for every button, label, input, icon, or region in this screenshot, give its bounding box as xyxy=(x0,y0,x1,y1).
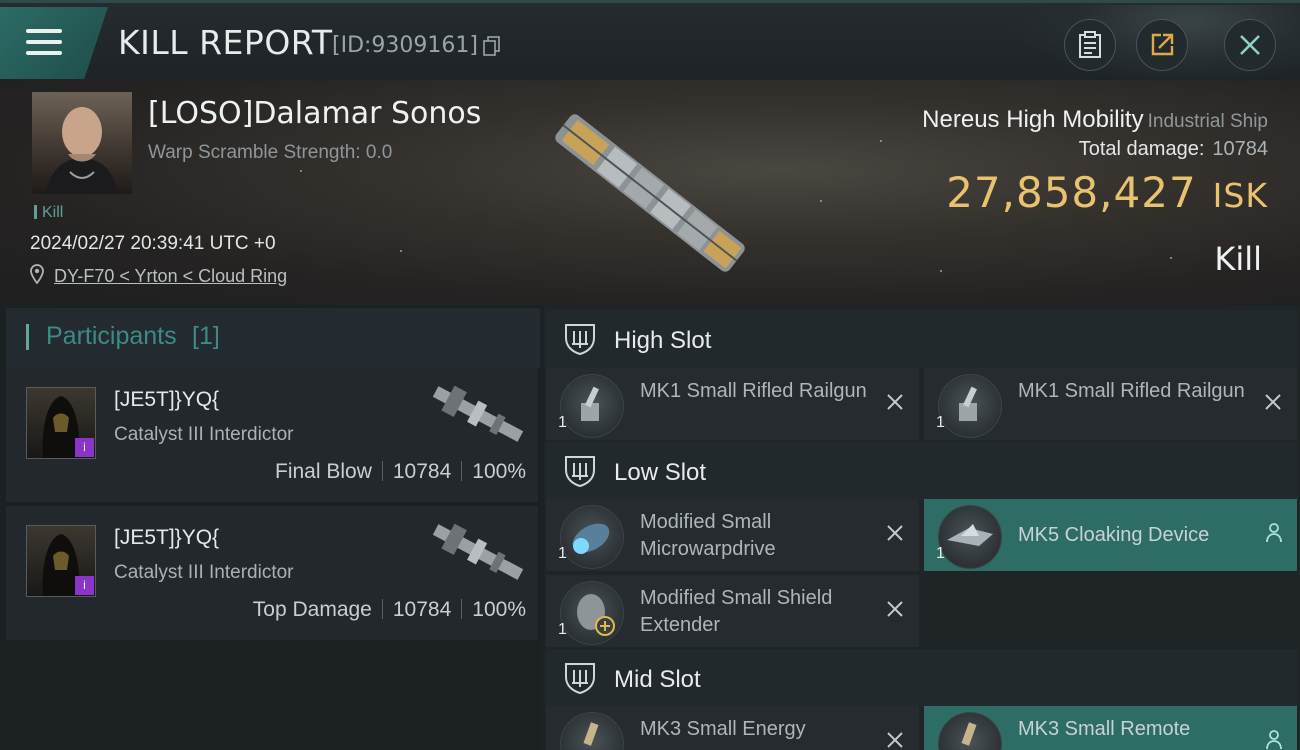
participants-header[interactable]: Participants [1] xyxy=(6,308,540,368)
report-id: [ID:9309161] xyxy=(332,33,478,58)
module-qty: 1 xyxy=(558,414,567,431)
close-icon xyxy=(1240,35,1260,55)
module-qty: 1 xyxy=(936,545,945,562)
railgun-icon xyxy=(938,374,1002,438)
participant-name: [JE5T]}YQ{ xyxy=(114,388,220,411)
share-icon xyxy=(1151,33,1174,56)
low-slot-header: Low Slot xyxy=(546,442,1298,500)
share-button[interactable] xyxy=(1136,19,1188,71)
destroyed-icon xyxy=(887,394,903,410)
participant-role: Top Damage xyxy=(252,598,372,621)
victim-portrait xyxy=(32,92,132,194)
page-title: KILL REPORT xyxy=(118,23,333,62)
slot-icon xyxy=(565,663,595,695)
module-item[interactable]: 1 Modified Small Shield Extender xyxy=(546,575,919,647)
warp-scramble-strength: Warp Scramble Strength: 0.0 xyxy=(148,142,393,163)
participant-damage: 10784 xyxy=(392,460,452,483)
module-name: MK5 Cloaking Device xyxy=(1018,524,1210,546)
victim-summary: [LOSO]Dalamar Sonos Warp Scramble Streng… xyxy=(0,80,1300,305)
top-bar: KILL REPORT [ID:9309161] xyxy=(0,0,1300,85)
participants-count: [1] xyxy=(192,322,220,350)
module-item[interactable]: 1 Modified Small Microwarpdrive xyxy=(546,499,919,571)
result-label: Kill xyxy=(1214,240,1262,278)
clipboard-button[interactable] xyxy=(1064,19,1116,71)
module-name: MK3 Small Energy xyxy=(640,718,806,740)
participant-ship: Catalyst III Interdictor xyxy=(114,424,294,445)
participant-name: [JE5T]}YQ{ xyxy=(114,526,220,549)
participant-stats: Final Blow 10784 100% xyxy=(275,460,526,484)
destroyed-icon xyxy=(887,732,903,748)
mid-slot-header: Mid Slot xyxy=(546,649,1298,707)
participant-damage: 10784 xyxy=(392,598,452,621)
module-name: Modified Small Microwarpdrive xyxy=(640,511,776,560)
module-name: Modified Small Shield Extender xyxy=(640,587,833,636)
module-item-highlighted[interactable]: 1 MK5 Cloaking Device xyxy=(924,499,1297,571)
person-icon xyxy=(1266,523,1282,543)
module-qty: 1 xyxy=(558,545,567,562)
participant-role: Final Blow xyxy=(275,460,372,483)
total-damage-value: 10784 xyxy=(1212,138,1268,160)
high-slot-label: High Slot xyxy=(614,327,712,354)
menu-button[interactable] xyxy=(0,7,108,79)
module-qty: 1 xyxy=(558,621,567,638)
participant-percent: 100% xyxy=(472,598,526,621)
isk-value: 27,858,427 ISK xyxy=(946,168,1268,217)
close-button[interactable] xyxy=(1224,19,1276,71)
cloaking-device-icon xyxy=(938,505,1002,569)
isk-amount: 27,858,427 xyxy=(946,168,1197,217)
shield-extender-icon xyxy=(560,581,624,645)
participants-label: Participants xyxy=(46,322,177,350)
victim-ship-name: Nereus High Mobility xyxy=(922,106,1144,133)
victim-ship-image xyxy=(555,114,745,272)
module-name: MK1 Small Rifled Railgun xyxy=(640,380,867,402)
participant-card[interactable]: i [JE5T]}YQ{ Catalyst III Interdictor Fi… xyxy=(6,368,538,502)
participant-badge: i xyxy=(75,438,94,457)
fitting-panel: High Slot 1 MK1 Small Rifled Railgun 1 M… xyxy=(544,306,1300,750)
copy-icon[interactable] xyxy=(483,36,501,56)
module-name: MK3 Small Remote xyxy=(1018,718,1191,740)
participant-ship-image xyxy=(432,385,524,442)
microwarpdrive-icon xyxy=(560,505,624,569)
destroyed-icon xyxy=(1265,394,1281,410)
railgun-icon xyxy=(560,374,624,438)
clipboard-icon xyxy=(1079,31,1101,58)
low-slot-label: Low Slot xyxy=(614,459,707,486)
module-qty: 1 xyxy=(936,414,945,431)
total-damage: Total damage: 10784 xyxy=(1079,138,1268,161)
module-item-highlighted[interactable]: 1 MK3 Small Remote xyxy=(924,706,1297,750)
participant-ship-image xyxy=(432,523,524,580)
participant-percent: 100% xyxy=(472,460,526,483)
module-item[interactable]: 1 MK1 Small Rifled Railgun xyxy=(924,368,1297,440)
kill-datetime: 2024/02/27 20:39:41 UTC +0 xyxy=(30,233,276,254)
victim-ship-class: Industrial Ship xyxy=(1147,111,1268,132)
victim-ship-title: Nereus High Mobility Industrial Ship xyxy=(922,106,1268,134)
isk-unit: ISK xyxy=(1212,176,1268,215)
participants-header-bar xyxy=(26,324,29,350)
slot-icon xyxy=(565,456,595,488)
mid-slot-label: Mid Slot xyxy=(614,666,701,693)
kill-tag: Kill xyxy=(34,204,63,222)
victim-name[interactable]: [LOSO]Dalamar Sonos xyxy=(148,96,481,131)
kill-report-screen: KILL REPORT [ID:9309161] [LOSO]Dalamar S… xyxy=(0,0,1300,750)
location-pin-icon xyxy=(30,264,44,284)
module-item[interactable]: 1 MK3 Small Energy xyxy=(546,706,919,750)
participant-stats: Top Damage 10784 100% xyxy=(253,598,526,622)
total-damage-label: Total damage: xyxy=(1078,138,1205,160)
participant-ship: Catalyst III Interdictor xyxy=(114,562,294,583)
energy-module-icon xyxy=(560,712,624,750)
destroyed-icon xyxy=(887,525,903,541)
menu-icon[interactable] xyxy=(26,29,62,57)
participants-panel: Participants [1] i [JE5T]}YQ{ Catalyst I… xyxy=(0,306,540,750)
module-item[interactable]: 1 MK1 Small Rifled Railgun xyxy=(546,368,919,440)
destroyed-icon xyxy=(887,601,903,617)
high-slot-header: High Slot xyxy=(546,310,1298,368)
person-icon xyxy=(1266,730,1282,750)
participant-badge: i xyxy=(75,576,94,595)
module-name: MK1 Small Rifled Railgun xyxy=(1018,380,1245,402)
slot-icon xyxy=(565,324,595,356)
kill-location-link[interactable]: DY-F70 < Yrton < Cloud Ring xyxy=(54,266,287,287)
remote-module-icon xyxy=(938,712,1002,750)
participant-card[interactable]: i [JE5T]}YQ{ Catalyst III Interdictor To… xyxy=(6,506,538,640)
